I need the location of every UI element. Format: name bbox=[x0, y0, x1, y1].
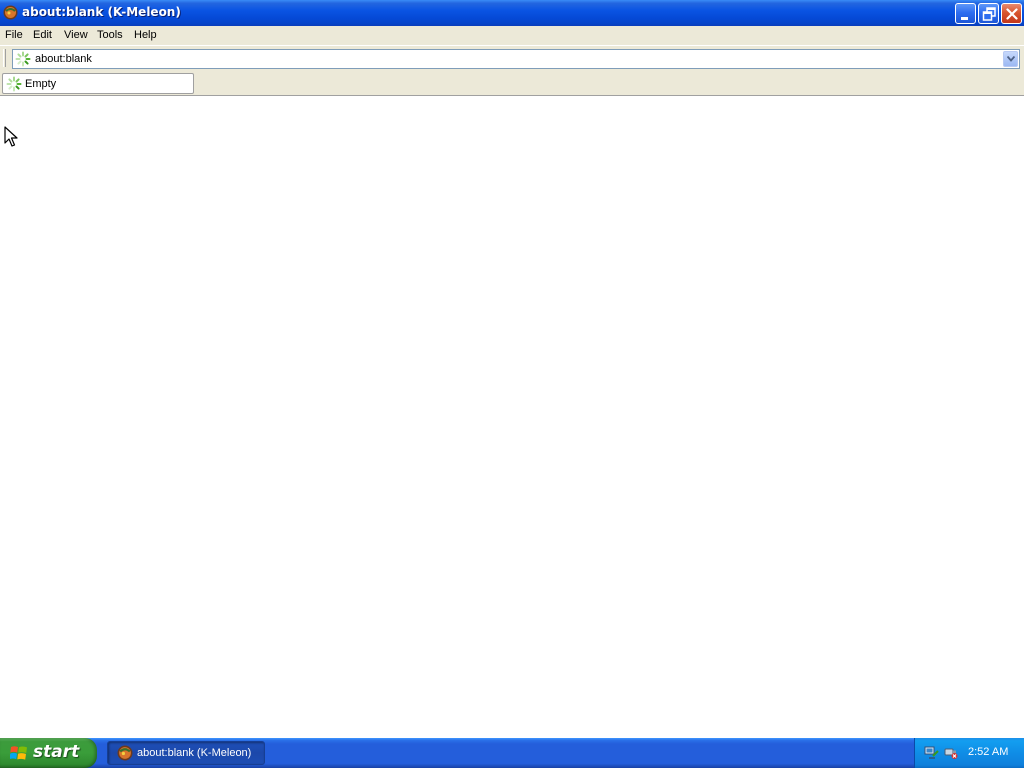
start-label: start bbox=[33, 742, 80, 762]
loading-icon bbox=[15, 51, 31, 67]
tab-empty[interactable]: Empty bbox=[2, 73, 194, 94]
restore-icon bbox=[982, 7, 996, 21]
address-input[interactable]: about:blank bbox=[35, 53, 92, 65]
tab-bar: Empty bbox=[0, 71, 1024, 96]
safely-remove-icon[interactable] bbox=[943, 744, 959, 760]
windows-logo-icon bbox=[10, 746, 27, 760]
k-meleon-icon bbox=[117, 745, 133, 761]
tab-label: Empty bbox=[25, 78, 57, 90]
mouse-cursor-icon bbox=[4, 126, 18, 147]
taskbar: start about:blank (K-Meleon) 2:52 AM bbox=[0, 738, 1024, 768]
menu-edit[interactable]: Edit bbox=[33, 29, 52, 41]
toolbar-grip[interactable] bbox=[3, 49, 6, 67]
address-toolbar: about:blank bbox=[0, 45, 1024, 71]
menu-file[interactable]: File bbox=[5, 29, 23, 41]
menu-view[interactable]: View bbox=[64, 29, 88, 41]
minimize-button[interactable] bbox=[955, 3, 976, 24]
browser-window: about:blank (K-Meleon) File Edit View To… bbox=[0, 0, 1024, 738]
page-content[interactable] bbox=[0, 96, 1024, 738]
system-tray: 2:52 AM bbox=[914, 738, 1024, 768]
minimize-icon bbox=[961, 17, 968, 20]
title-bar[interactable]: about:blank (K-Meleon) bbox=[0, 0, 1024, 26]
loading-icon bbox=[6, 76, 22, 92]
window-title: about:blank (K-Meleon) bbox=[22, 5, 181, 19]
address-field[interactable]: about:blank bbox=[12, 49, 1020, 69]
taskbar-item-label: about:blank (K-Meleon) bbox=[137, 747, 252, 759]
address-dropdown-button[interactable] bbox=[1003, 51, 1018, 67]
k-meleon-icon bbox=[3, 5, 18, 20]
close-icon bbox=[1006, 8, 1018, 20]
menu-bar: File Edit View Tools Help bbox=[0, 26, 1024, 45]
network-icon[interactable] bbox=[924, 744, 940, 760]
close-button[interactable] bbox=[1001, 3, 1022, 24]
restore-button[interactable] bbox=[978, 3, 999, 24]
menu-help[interactable]: Help bbox=[134, 29, 157, 41]
clock[interactable]: 2:52 AM bbox=[968, 746, 1008, 758]
dropdown-arrow-icon bbox=[1007, 56, 1015, 62]
menu-tools[interactable]: Tools bbox=[97, 29, 123, 41]
taskbar-item-k-meleon[interactable]: about:blank (K-Meleon) bbox=[107, 741, 265, 765]
start-button[interactable]: start bbox=[0, 738, 97, 768]
